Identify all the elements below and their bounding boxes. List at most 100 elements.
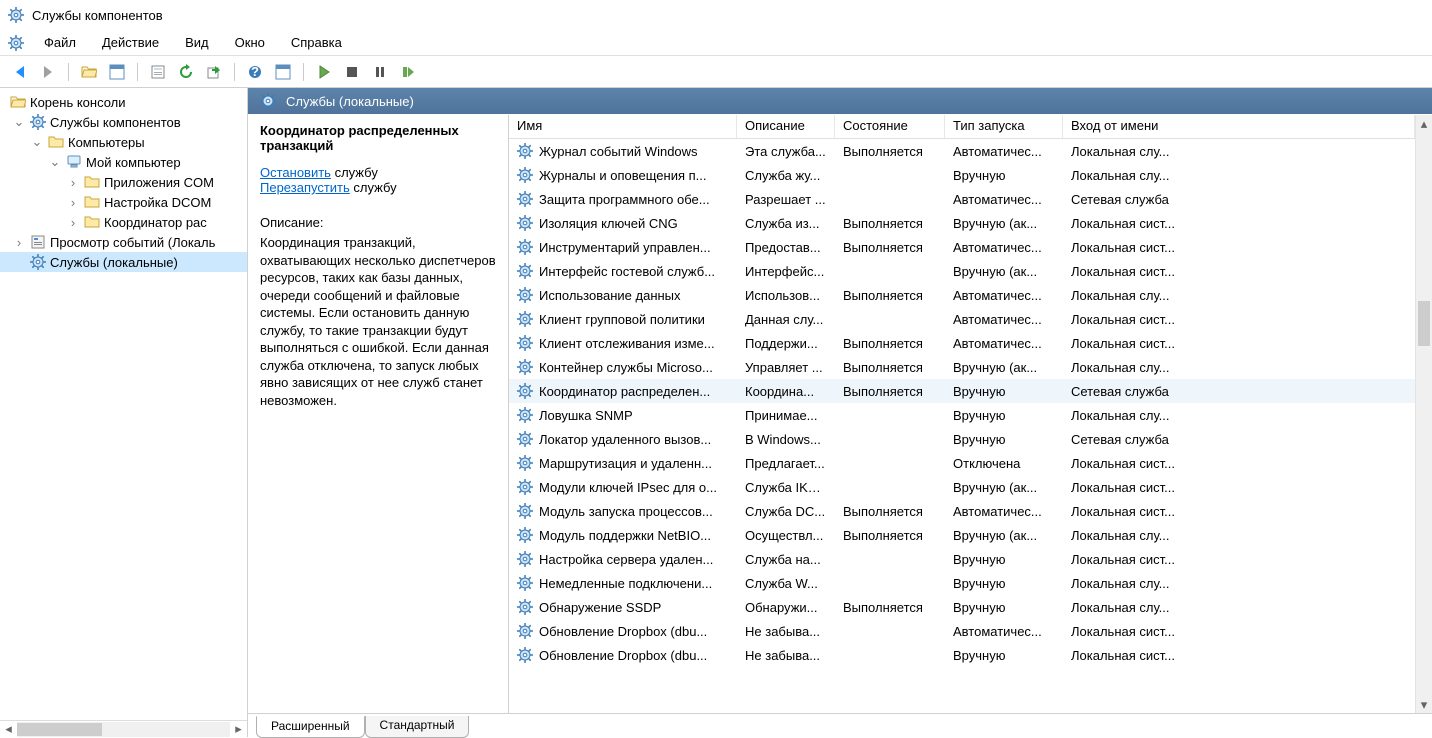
service-name: Координатор распределен... (539, 384, 710, 399)
tree-root[interactable]: Корень консоли (0, 92, 247, 112)
service-name: Журнал событий Windows (539, 144, 698, 159)
tree-com-apps[interactable]: › Приложения COM (0, 172, 247, 192)
tab-extended[interactable]: Расширенный (256, 716, 365, 738)
gear-icon (517, 431, 533, 447)
menu-help[interactable]: Справка (281, 33, 352, 52)
service-name: Обновление Dropbox (dbu... (539, 624, 707, 639)
pause-service-button[interactable] (368, 60, 392, 84)
tree-services-local[interactable]: Службы (локальные) (0, 252, 247, 272)
tree-component-services[interactable]: ⌄ Службы компонентов (0, 112, 247, 132)
expand-icon[interactable]: › (66, 195, 80, 210)
service-row[interactable]: Журнал событий WindowsЭта служба...Выпол… (509, 139, 1415, 163)
service-logon: Локальная сист... (1063, 334, 1415, 353)
service-row[interactable]: Маршрутизация и удаленн...Предлагает...О… (509, 451, 1415, 475)
service-row[interactable]: Локатор удаленного вызов...В Windows...В… (509, 427, 1415, 451)
forward-button[interactable] (36, 60, 60, 84)
gear-icon (260, 93, 276, 109)
col-desc[interactable]: Описание (737, 115, 835, 138)
collapse-icon[interactable]: ⌄ (48, 154, 62, 170)
help-button[interactable] (243, 60, 267, 84)
service-row[interactable]: Ловушка SNMPПринимае...ВручнуюЛокальная … (509, 403, 1415, 427)
service-state (835, 173, 945, 177)
service-row[interactable]: Инструментарий управлен...Предостав...Вы… (509, 235, 1415, 259)
service-row[interactable]: Модули ключей IPsec для о...Служба IKE..… (509, 475, 1415, 499)
service-state: Выполняется (835, 142, 945, 161)
col-state[interactable]: Состояние (835, 115, 945, 138)
restart-service-button[interactable] (396, 60, 420, 84)
service-row[interactable]: Изоляция ключей CNGСлужба из...Выполняет… (509, 211, 1415, 235)
service-name: Инструментарий управлен... (539, 240, 711, 255)
menubar: Файл Действие Вид Окно Справка (0, 30, 1432, 56)
export-button[interactable] (202, 60, 226, 84)
service-state: Выполняется (835, 334, 945, 353)
stop-service-link[interactable]: Остановить (260, 165, 331, 180)
service-start: Автоматичес... (945, 238, 1063, 257)
stop-service-button[interactable] (340, 60, 364, 84)
service-row[interactable]: Использование данныхИспользов...Выполняе… (509, 283, 1415, 307)
service-row[interactable]: Контейнер службы Microso...Управляет ...… (509, 355, 1415, 379)
window-button[interactable] (271, 60, 295, 84)
tree-computers[interactable]: ⌄ Компьютеры (0, 132, 247, 152)
service-row[interactable]: Обновление Dropbox (dbu...Не забыва...Вр… (509, 643, 1415, 667)
service-start: Вручную (945, 598, 1063, 617)
scrollbar-thumb[interactable] (1418, 301, 1430, 346)
col-start[interactable]: Тип запуска (945, 115, 1063, 138)
show-hide-tree-button[interactable] (105, 60, 129, 84)
service-row[interactable]: Немедленные подключени...Служба W...Вруч… (509, 571, 1415, 595)
tree-dcom[interactable]: › Настройка DCOM (0, 192, 247, 212)
expand-icon[interactable]: › (12, 235, 26, 250)
collapse-icon[interactable]: ⌄ (30, 134, 44, 150)
service-row[interactable]: Клиент отслеживания изме...Поддержи...Вы… (509, 331, 1415, 355)
scroll-down-icon[interactable]: ▾ (1416, 696, 1432, 713)
service-row[interactable]: Модуль запуска процессов...Служба DC...В… (509, 499, 1415, 523)
expand-icon[interactable]: › (66, 175, 80, 190)
service-row[interactable]: Обнаружение SSDPОбнаружи...ВыполняетсяВр… (509, 595, 1415, 619)
service-logon: Сетевая служба (1063, 430, 1415, 449)
scrollbar-thumb[interactable] (17, 723, 102, 736)
col-name[interactable]: Имя (509, 115, 737, 138)
col-logon[interactable]: Вход от имени (1063, 115, 1415, 138)
service-logon: Локальная слу... (1063, 286, 1415, 305)
expand-icon[interactable]: › (66, 215, 80, 230)
menu-view[interactable]: Вид (175, 33, 219, 52)
service-row[interactable]: Журналы и оповещения п...Служба жу...Вру… (509, 163, 1415, 187)
menu-window[interactable]: Окно (225, 33, 275, 52)
scroll-right-icon[interactable]: ▸ (230, 722, 247, 737)
service-row[interactable]: Модуль поддержки NetBIO...Осуществл...Вы… (509, 523, 1415, 547)
service-start: Вручную (ак... (945, 358, 1063, 377)
service-row[interactable]: Защита программного обе...Разрешает ...А… (509, 187, 1415, 211)
service-row[interactable]: Клиент групповой политикиДанная слу...Ав… (509, 307, 1415, 331)
service-state: Выполняется (835, 286, 945, 305)
menu-file[interactable]: Файл (34, 33, 86, 52)
menu-action[interactable]: Действие (92, 33, 169, 52)
service-row[interactable]: Настройка сервера удален...Служба на...В… (509, 547, 1415, 571)
service-name: Немедленные подключени... (539, 576, 712, 591)
properties-button[interactable] (146, 60, 170, 84)
up-button[interactable] (77, 60, 101, 84)
tab-standard[interactable]: Стандартный (365, 716, 470, 738)
scroll-left-icon[interactable]: ◂ (0, 722, 17, 737)
service-name: Защита программного обе... (539, 192, 710, 207)
service-row[interactable]: Интерфейс гостевой служб...Интерфейс...В… (509, 259, 1415, 283)
tree-my-computer[interactable]: ⌄ Мой компьютер (0, 152, 247, 172)
service-name: Обновление Dropbox (dbu... (539, 648, 707, 663)
refresh-button[interactable] (174, 60, 198, 84)
service-name: Контейнер службы Microso... (539, 360, 713, 375)
service-state (835, 317, 945, 321)
start-service-button[interactable] (312, 60, 336, 84)
service-name: Использование данных (539, 288, 681, 303)
service-desc: Данная слу... (737, 310, 835, 329)
gear-icon (517, 359, 533, 375)
tree-h-scrollbar[interactable]: ◂ ▸ (0, 720, 247, 737)
tree-event-viewer[interactable]: › Просмотр событий (Локаль (0, 232, 247, 252)
back-button[interactable] (8, 60, 32, 84)
tree-dtc[interactable]: › Координатор рас (0, 212, 247, 232)
restart-service-link[interactable]: Перезапустить (260, 180, 350, 195)
service-row[interactable]: Координатор распределен...Координа...Вып… (509, 379, 1415, 403)
list-v-scrollbar[interactable]: ▴ ▾ (1415, 115, 1432, 713)
service-desc: Служба на... (737, 550, 835, 569)
scroll-up-icon[interactable]: ▴ (1416, 115, 1432, 132)
service-desc: Служба DC... (737, 502, 835, 521)
service-row[interactable]: Обновление Dropbox (dbu...Не забыва...Ав… (509, 619, 1415, 643)
collapse-icon[interactable]: ⌄ (12, 114, 26, 130)
